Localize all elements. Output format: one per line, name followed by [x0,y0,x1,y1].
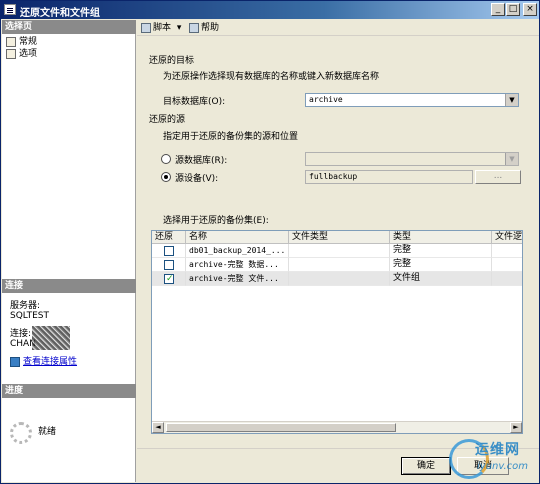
source-database-combobox[interactable]: ▼ [305,152,519,166]
nav-item-label: 常规 [19,37,38,47]
maximize-button[interactable]: □ [506,3,520,16]
type-cell: 完整 [390,258,492,272]
nav-item-general[interactable]: 常规 [6,36,37,48]
source-device-radio[interactable] [161,172,171,182]
target-database-value: archive [309,95,343,104]
column-header-file-type[interactable]: 文件类型 [289,231,390,244]
progress-header: 进度 [2,384,136,398]
logical-name-cell [492,258,522,272]
help-button[interactable]: 帮助 [189,22,219,34]
select-page-header: 选择页 [2,20,136,34]
backup-name-cell[interactable]: archive-完整 文件... [186,272,289,286]
restore-checkbox[interactable] [164,260,174,270]
type-cell: 文件组 [390,272,492,286]
redacted-username [32,326,70,350]
horizontal-scrollbar[interactable]: ◄ ► [152,421,522,433]
column-header-logical-name[interactable]: 文件逻 [492,231,522,244]
restore-checkbox[interactable] [164,246,174,256]
nav-item-label: 选项 [19,49,38,59]
help-label: 帮助 [201,23,220,33]
view-connection-link-label: 查看连接属性 [23,357,78,367]
backup-name-cell[interactable]: archive-完整 数据... [186,258,289,272]
restore-checkbox[interactable] [164,273,174,285]
script-button[interactable]: 脚本 ▾ [141,22,181,34]
browse-device-button[interactable]: ... [475,170,521,184]
target-database-combobox[interactable]: archive ▼ [305,93,519,107]
left-pane: 选择页 常规 选项 连接 服务器: SQLTEST 连接: CHAN 查看连接属… [2,20,136,482]
script-dropdown-icon[interactable]: ▾ [177,23,182,33]
progress-spinner-icon [10,422,32,444]
watermark-url: iyunv.com [477,461,529,472]
scrollbar-thumb[interactable] [166,423,396,432]
source-device-field[interactable]: fullbackup [305,170,473,184]
file-type-cell [289,244,390,258]
chevron-down-icon[interactable]: ▼ [505,153,518,165]
table-row-restore-cell [152,244,186,258]
toolbar: 脚本 ▾ 帮助 [137,20,539,36]
dialog-icon [4,4,16,15]
page-icon [6,36,16,47]
ok-button[interactable]: 确定 [401,457,451,475]
restore-files-dialog: 还原文件和文件组 _ □ × 选择页 常规 选项 连接 服务器: SQLTEST… [0,0,540,484]
restore-target-heading: 还原的目标 [149,56,195,66]
server-value: SQLTEST [10,311,49,321]
chevron-down-icon[interactable]: ▼ [505,94,518,106]
scroll-left-icon[interactable]: ◄ [152,422,164,433]
backup-sets-grid: 还原 名称 文件类型 类型 文件逻 db01_backup_2014_... 完… [151,230,523,434]
script-label: 脚本 [153,23,172,33]
close-button[interactable]: × [523,3,537,16]
progress-status: 就绪 [38,427,57,437]
source-device-value: fullbackup [309,172,358,181]
type-cell: 完整 [390,244,492,258]
help-icon [189,22,199,33]
title-bar: 还原文件和文件组 _ □ × [1,1,539,19]
window-title: 还原文件和文件组 [20,8,100,19]
connection-header: 连接 [2,279,136,293]
file-type-cell [289,272,390,286]
nav-item-options[interactable]: 选项 [6,48,37,60]
backup-sets-label: 选择用于还原的备份集(E): [163,216,269,226]
source-database-label: 源数据库(R): [175,156,228,166]
connection-properties-icon [10,356,20,367]
restore-source-heading: 还原的源 [149,115,186,125]
logical-name-cell [492,244,522,258]
minimize-button[interactable]: _ [491,3,505,16]
connection-label: 连接: [10,329,32,339]
script-icon [141,22,151,33]
column-header-restore[interactable]: 还原 [152,231,186,244]
general-page: 还原的目标 为还原操作选择现有数据库的名称或键入新数据库名称 目标数据库(O):… [137,37,539,447]
file-type-cell [289,258,390,272]
table-row-restore-cell [152,272,186,286]
backup-name-cell[interactable]: db01_backup_2014_... [186,244,289,258]
page-icon [6,48,16,59]
logical-name-cell [492,272,522,286]
target-database-label: 目标数据库(O): [163,97,226,107]
source-database-radio[interactable] [161,154,171,164]
view-connection-properties-link[interactable]: 查看连接属性 [10,354,78,367]
restore-source-description: 指定用于还原的备份集的源和位置 [163,132,299,142]
watermark-title: 运维网 [475,442,520,458]
column-header-name[interactable]: 名称 [186,231,289,244]
restore-target-description: 为还原操作选择现有数据库的名称或键入新数据库名称 [163,72,380,82]
source-device-label: 源设备(V): [175,174,219,184]
server-label: 服务器: [10,301,41,311]
site-watermark: 运维网 iyunv.com [449,435,540,483]
scroll-right-icon[interactable]: ► [510,422,522,433]
column-header-type[interactable]: 类型 [390,231,492,244]
table-row-restore-cell [152,258,186,272]
